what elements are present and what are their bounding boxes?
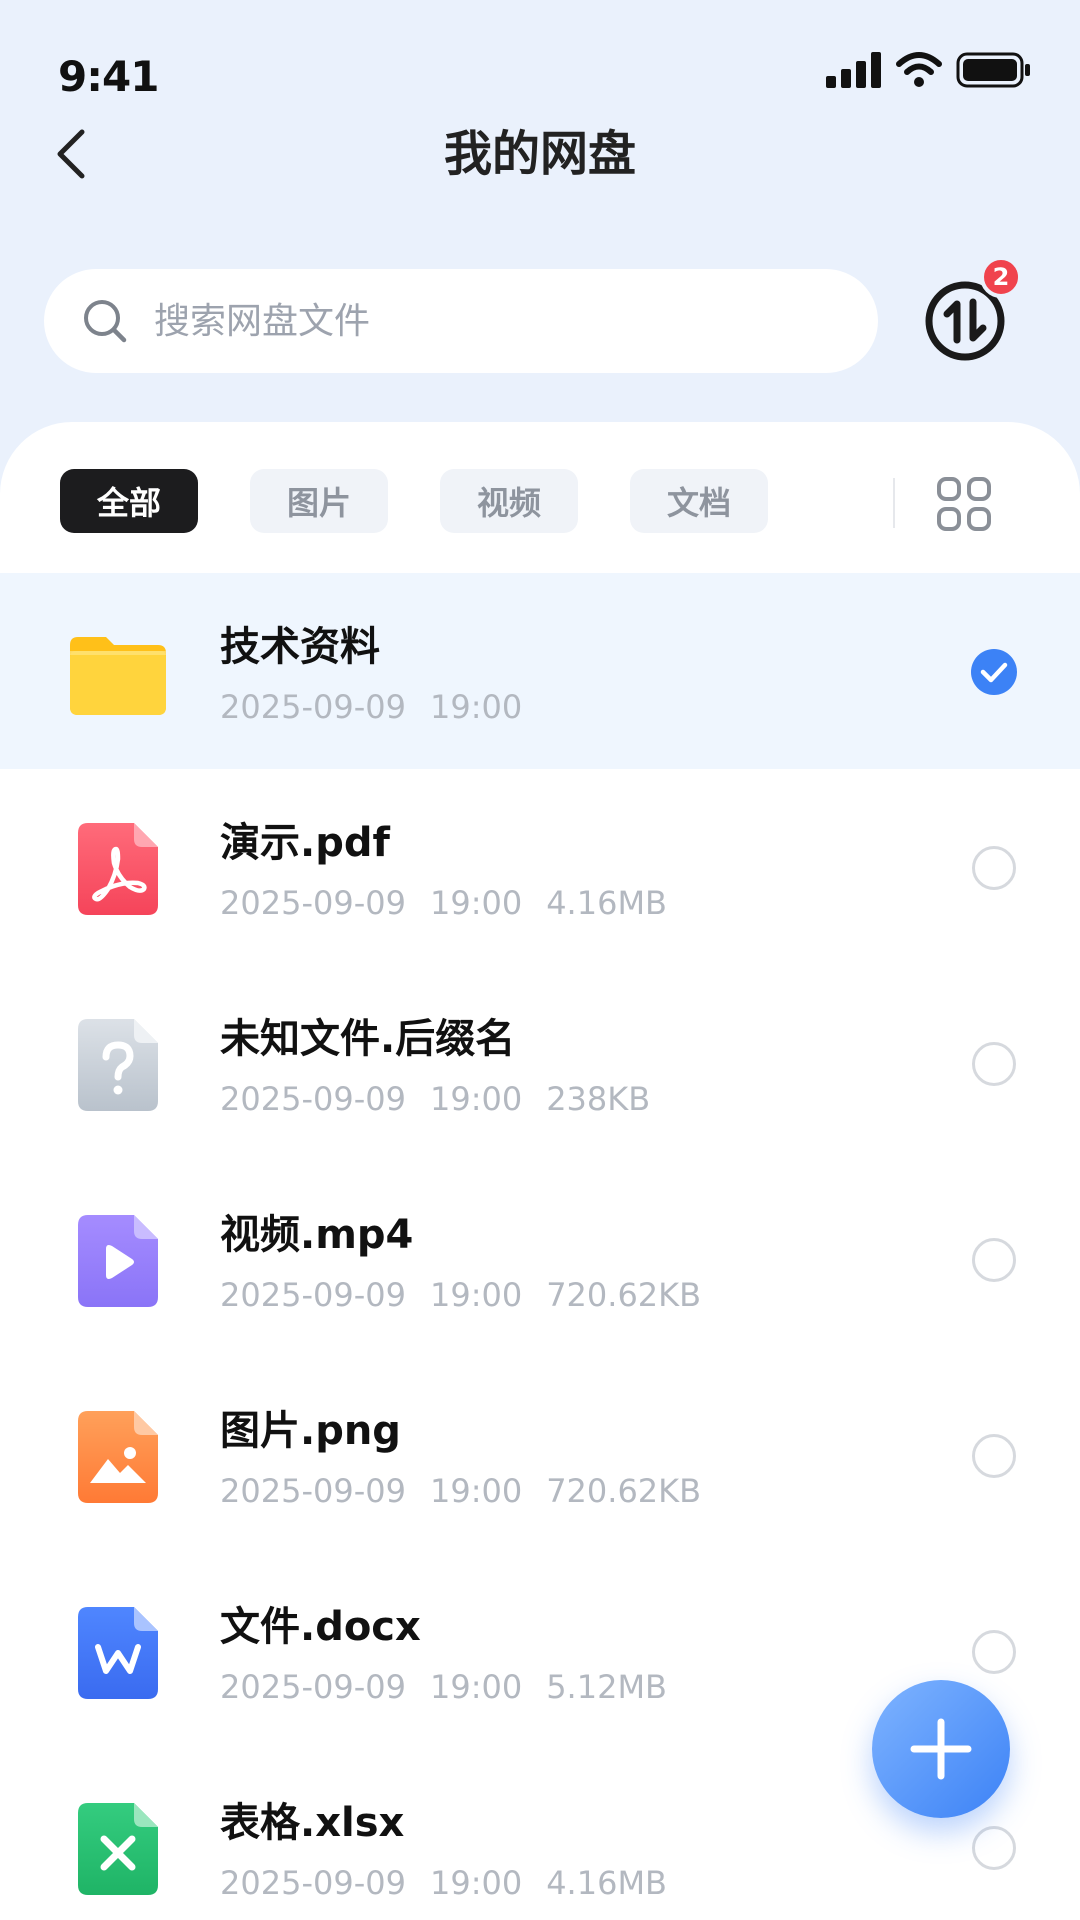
transfer-badge: 2 <box>980 256 1022 298</box>
file-meta: 2025-09-09 19:00 <box>220 687 522 727</box>
file-size: 5.12MB <box>546 1668 667 1706</box>
pdf-file-icon <box>78 823 158 915</box>
plus-icon <box>910 1718 972 1780</box>
file-date: 2025-09-09 <box>220 1276 406 1314</box>
search-icon <box>84 300 127 343</box>
select-circle[interactable] <box>972 846 1016 890</box>
file-name: 文件.docx <box>220 1604 421 1650</box>
select-circle[interactable] <box>972 1238 1016 1282</box>
file-meta: 2025-09-09 19:00 4.16MB <box>220 1863 667 1903</box>
file-size: 238KB <box>546 1080 651 1118</box>
file-name: 技术资料 <box>220 624 380 670</box>
file-time: 19:00 <box>429 688 523 726</box>
tab-all[interactable]: 全部 <box>60 469 198 533</box>
file-name: 视频.mp4 <box>220 1212 414 1258</box>
unknown-file-icon <box>78 1019 158 1111</box>
grid-view-toggle[interactable] <box>934 474 994 534</box>
excel-file-icon <box>78 1803 158 1895</box>
file-row[interactable]: 图片.png 2025-09-09 19:00 720.62KB <box>0 1357 1080 1553</box>
file-time: 19:00 <box>429 1080 523 1118</box>
file-time: 19:00 <box>429 1472 523 1510</box>
status-bar: 9:41 <box>0 0 1080 120</box>
back-button[interactable] <box>42 126 98 182</box>
file-size: 720.62KB <box>546 1276 702 1314</box>
file-size: 4.16MB <box>546 1864 667 1902</box>
select-circle[interactable] <box>972 1630 1016 1674</box>
filter-tabs: 全部 图片 视频 文档 <box>0 422 1080 572</box>
page-title: 我的网盘 <box>443 126 636 182</box>
tab-divider <box>893 478 895 528</box>
file-date: 2025-09-09 <box>220 1864 406 1902</box>
select-circle[interactable] <box>972 1826 1016 1870</box>
file-date: 2025-09-09 <box>220 1668 406 1706</box>
status-time: 9:41 <box>58 52 159 101</box>
file-meta: 2025-09-09 19:00 720.62KB <box>220 1471 701 1511</box>
tab-images[interactable]: 图片 <box>250 469 388 533</box>
file-date: 2025-09-09 <box>220 1080 406 1118</box>
grid-view-icon <box>937 477 991 531</box>
battery-icon <box>956 52 1030 88</box>
tab-videos[interactable]: 视频 <box>440 469 578 533</box>
file-row[interactable]: 未知文件.后缀名 2025-09-09 19:00 238KB <box>0 965 1080 1161</box>
file-meta: 2025-09-09 19:00 238KB <box>220 1079 650 1119</box>
file-size: 4.16MB <box>546 884 667 922</box>
image-file-icon <box>78 1411 158 1503</box>
file-time: 19:00 <box>429 1668 523 1706</box>
search-input[interactable] <box>152 299 796 343</box>
checked-circle-icon[interactable] <box>970 648 1018 696</box>
file-name: 未知文件.后缀名 <box>220 1016 516 1062</box>
file-row[interactable]: 技术资料 2025-09-09 19:00 <box>0 573 1080 769</box>
select-circle[interactable] <box>972 1042 1016 1086</box>
select-circle[interactable] <box>972 1434 1016 1478</box>
file-time: 19:00 <box>429 1276 523 1314</box>
status-icons <box>826 52 1032 88</box>
file-row[interactable]: 视频.mp4 2025-09-09 19:00 720.62KB <box>0 1161 1080 1357</box>
file-date: 2025-09-09 <box>220 1472 406 1510</box>
search-box[interactable] <box>44 269 878 373</box>
file-meta: 2025-09-09 19:00 4.16MB <box>220 883 667 923</box>
file-row[interactable]: 演示.pdf 2025-09-09 19:00 4.16MB <box>0 769 1080 965</box>
file-meta: 2025-09-09 19:00 5.12MB <box>220 1667 667 1707</box>
chevron-left-icon <box>57 129 85 179</box>
video-file-icon <box>78 1215 158 1307</box>
folder-icon <box>70 637 166 715</box>
file-name: 表格.xlsx <box>220 1800 405 1846</box>
file-name: 图片.png <box>220 1408 401 1454</box>
file-time: 19:00 <box>429 1864 523 1902</box>
file-name: 演示.pdf <box>220 820 390 866</box>
tab-documents[interactable]: 文档 <box>630 469 768 533</box>
file-meta: 2025-09-09 19:00 720.62KB <box>220 1275 701 1315</box>
signal-icon <box>826 52 881 88</box>
file-time: 19:00 <box>429 884 523 922</box>
file-size: 720.62KB <box>546 1472 702 1510</box>
wifi-icon <box>896 52 942 87</box>
file-date: 2025-09-09 <box>220 688 406 726</box>
word-file-icon <box>78 1607 158 1699</box>
add-button[interactable] <box>872 1680 1010 1818</box>
file-date: 2025-09-09 <box>220 884 406 922</box>
